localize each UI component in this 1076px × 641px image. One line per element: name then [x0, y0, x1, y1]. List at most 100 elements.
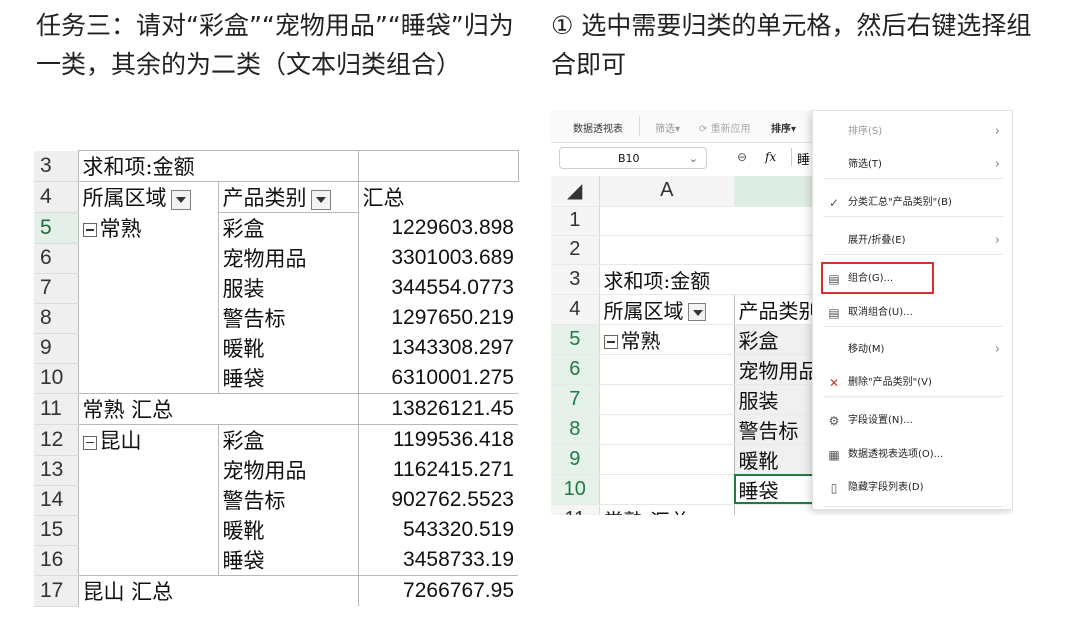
region-cell[interactable]: 常熟	[77, 212, 218, 243]
row-number[interactable]: 7	[551, 384, 600, 415]
row-number[interactable]: 17	[34, 575, 78, 607]
zoom-icon[interactable]: ⊖	[737, 150, 747, 164]
row-number[interactable]: 14	[34, 485, 78, 516]
row-number[interactable]: 5	[551, 324, 600, 355]
region-cell[interactable]	[77, 273, 218, 303]
value-cell[interactable]: 3458733.19	[357, 545, 518, 576]
value-cell[interactable]: 902762.5523	[357, 485, 518, 515]
cell-a[interactable]	[599, 206, 734, 236]
region-cell[interactable]	[77, 243, 218, 273]
dropdown-arrow-icon[interactable]	[170, 189, 191, 210]
category-cell[interactable]: 警告标	[217, 303, 358, 333]
pivot-table-button[interactable]: 数据透视表	[573, 120, 623, 135]
row-number[interactable]: 6	[551, 354, 600, 385]
value-cell[interactable]: 1229603.898	[357, 212, 518, 243]
category-cell[interactable]: 睡袋	[217, 545, 358, 576]
value-cell[interactable]: 6310001.275	[357, 363, 518, 394]
row-number[interactable]: 7	[34, 273, 78, 304]
menu-item[interactable]: ▯ 隐藏字段列表(D)	[813, 473, 1012, 503]
category-cell[interactable]: 宠物用品	[217, 243, 358, 273]
category-cell[interactable]: 彩盒	[217, 212, 358, 243]
cell-a[interactable]	[598, 444, 734, 475]
row-number[interactable]: 11	[551, 504, 600, 515]
row-number[interactable]: 3	[551, 264, 600, 295]
collapse-icon[interactable]	[82, 223, 97, 238]
cell-a[interactable]: 常熟 汇总	[598, 504, 734, 515]
row-number[interactable]: 5	[34, 212, 78, 244]
region-cell[interactable]: 昆山	[77, 424, 218, 455]
reapply-button[interactable]: ⟳ 重新应用	[699, 120, 751, 135]
menu-item[interactable]: 展开/折叠(E) ›	[813, 226, 1012, 256]
collapse-icon[interactable]	[82, 435, 97, 450]
dropdown-arrow-icon[interactable]	[310, 189, 331, 210]
region-cell[interactable]: 常熟 汇总	[77, 393, 358, 425]
category-cell[interactable]: 宠物用品	[217, 455, 358, 485]
cell-a[interactable]	[598, 414, 734, 445]
cell-a[interactable]	[598, 384, 734, 415]
cell-a[interactable]	[598, 474, 734, 505]
value-cell[interactable]: 1297650.219	[357, 303, 518, 333]
value-cell[interactable]: 3301003.689	[357, 243, 518, 273]
menu-item[interactable]: ✕ 删除"产品类别"(V)	[813, 368, 1012, 398]
value-cell[interactable]: 543320.519	[357, 515, 518, 545]
value-cell[interactable]: 1199536.418	[357, 424, 518, 455]
region-cell[interactable]	[77, 545, 218, 576]
row-number[interactable]: 10	[34, 363, 78, 394]
row-number[interactable]: 2	[551, 235, 600, 265]
row-number[interactable]: 8	[34, 303, 78, 334]
collapse-icon[interactable]	[603, 335, 618, 349]
category-cell[interactable]: 产品类别	[217, 181, 358, 213]
menu-item[interactable]: ✓ 分类汇总"产品类别"(B)	[813, 188, 1012, 218]
sort-button[interactable]: 排序▾	[771, 120, 796, 135]
menu-item[interactable]: 筛选(T) ›	[813, 150, 1012, 180]
category-cell[interactable]: 警告标	[217, 485, 358, 515]
category-cell[interactable]: 暖靴	[217, 333, 358, 363]
formula-input[interactable]: 睡	[797, 149, 810, 168]
value-cell[interactable]: 1162415.271	[357, 455, 518, 485]
row-number[interactable]: 4	[551, 294, 600, 325]
region-cell[interactable]: 求和项:金额	[77, 150, 358, 182]
category-cell[interactable]: 彩盒	[217, 424, 358, 455]
row-number[interactable]: 10	[551, 474, 600, 505]
value-cell[interactable]: 1343308.297	[357, 333, 518, 363]
menu-item[interactable]: 排序(S) ›	[813, 117, 1012, 147]
category-cell[interactable]: 睡袋	[217, 363, 358, 394]
select-all-corner[interactable]: ◢	[551, 176, 600, 207]
name-box[interactable]: B10 ⌄	[559, 147, 707, 169]
row-number[interactable]: 9	[551, 444, 600, 475]
region-cell[interactable]: 昆山 汇总	[77, 575, 358, 606]
region-cell[interactable]: 所属区域	[77, 181, 218, 213]
column-header-a[interactable]: A	[599, 176, 734, 207]
value-cell[interactable]	[357, 150, 519, 182]
cell-a[interactable]: 常熟	[598, 324, 734, 355]
menu-item[interactable]: ▤ 取消组合(U)...	[813, 298, 1012, 328]
row-number[interactable]: 8	[551, 414, 600, 445]
value-cell[interactable]: 7266767.95	[357, 575, 518, 606]
cell-a[interactable]: 所属区域	[598, 293, 734, 325]
region-cell[interactable]	[77, 303, 218, 333]
region-cell[interactable]	[77, 333, 218, 363]
value-cell[interactable]: 汇总	[357, 181, 518, 213]
region-cell[interactable]	[77, 515, 218, 545]
row-number[interactable]: 12	[34, 424, 78, 456]
region-cell[interactable]	[77, 455, 218, 485]
row-number[interactable]: 16	[34, 545, 78, 576]
fx-icon[interactable]: fx	[765, 150, 776, 164]
row-number[interactable]: 3	[34, 150, 78, 182]
value-cell[interactable]: 13826121.45	[357, 393, 518, 425]
row-number[interactable]: 11	[34, 393, 78, 425]
menu-item[interactable]: ▦ 数据透视表选项(O)...	[813, 440, 1012, 470]
row-number[interactable]: 6	[34, 243, 78, 274]
menu-item[interactable]: ⚙ 字段设置(N)...	[813, 406, 1012, 436]
row-number[interactable]: 1	[551, 206, 600, 236]
filter-button[interactable]: 筛选▾	[655, 120, 680, 135]
cell-a[interactable]	[599, 235, 734, 265]
row-number[interactable]: 9	[34, 333, 78, 364]
category-cell[interactable]: 服装	[217, 273, 358, 303]
region-cell[interactable]	[77, 485, 218, 515]
cell-a[interactable]	[598, 354, 734, 385]
region-cell[interactable]	[77, 363, 218, 394]
row-number[interactable]: 4	[34, 181, 78, 213]
row-number[interactable]: 15	[34, 515, 78, 546]
category-cell[interactable]: 暖靴	[217, 515, 358, 545]
